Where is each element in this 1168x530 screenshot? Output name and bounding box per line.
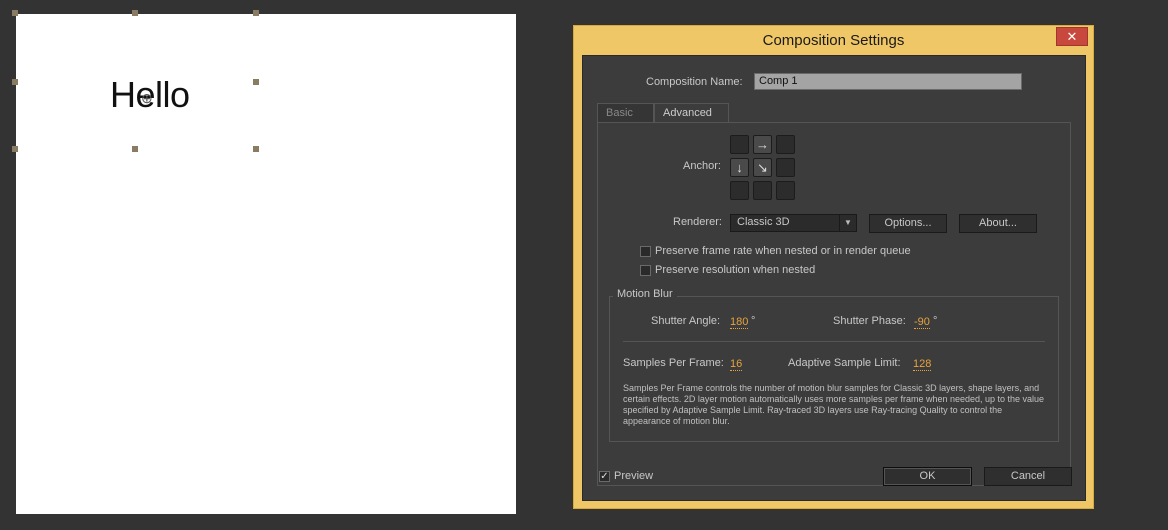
motion-blur-separator <box>623 341 1045 342</box>
samples-per-frame-value[interactable]: 16 <box>730 358 743 371</box>
adaptive-sample-limit-label: Adaptive Sample Limit: <box>788 357 901 369</box>
anchor-bottom-center[interactable] <box>753 181 772 200</box>
transform-handle[interactable] <box>253 10 259 16</box>
preserve-frame-rate-label: Preserve frame rate when nested or in re… <box>655 245 911 257</box>
transform-handle[interactable] <box>12 146 18 152</box>
dialog-body: Composition Name: Comp 1 Basic Advanced … <box>582 55 1086 501</box>
transform-handle[interactable] <box>12 10 18 16</box>
anchor-bottom-left[interactable] <box>730 181 749 200</box>
shutter-angle-label: Shutter Angle: <box>651 315 721 327</box>
adaptive-sample-limit-value[interactable]: 128 <box>913 358 932 371</box>
shutter-angle-unit: ° <box>751 315 756 327</box>
options-button[interactable]: Options... <box>869 214 947 233</box>
anchor-middle-right[interactable] <box>776 158 795 177</box>
dialog-title: Composition Settings <box>762 32 905 49</box>
transform-handle[interactable] <box>12 79 18 85</box>
preserve-resolution-label: Preserve resolution when nested <box>655 264 816 276</box>
preserve-frame-rate-checkbox[interactable] <box>640 246 651 257</box>
anchor-center[interactable]: ↘ <box>753 158 772 177</box>
renderer-label: Renderer: <box>673 216 722 228</box>
cancel-button[interactable]: Cancel <box>984 467 1072 486</box>
close-button[interactable]: ✕ <box>1056 27 1088 46</box>
close-icon: ✕ <box>1066 29 1078 44</box>
composition-settings-dialog: Composition Settings ✕ Composition Name:… <box>573 25 1094 509</box>
shutter-angle-value[interactable]: 180 <box>730 316 749 329</box>
tab-advanced[interactable]: Advanced <box>654 103 729 123</box>
anchor-top-right[interactable] <box>776 135 795 154</box>
renderer-select[interactable]: Classic 3D ▼ <box>730 214 857 232</box>
transform-handle[interactable] <box>253 79 259 85</box>
chevron-down-icon: ▼ <box>839 215 856 231</box>
composition-canvas[interactable]: Hello ⊕ <box>12 10 516 514</box>
arrow-down-right-icon: ↘ <box>757 160 768 175</box>
shutter-phase-label: Shutter Phase: <box>833 315 906 327</box>
anchor-top-center[interactable]: → <box>753 135 772 154</box>
anchor-bottom-right[interactable] <box>776 181 795 200</box>
arrow-down-icon: ↓ <box>736 160 743 175</box>
ok-button[interactable]: OK <box>883 467 972 486</box>
about-button[interactable]: About... <box>959 214 1037 233</box>
arrow-right-icon: → <box>756 137 769 152</box>
preview-checkbox[interactable]: ✓ <box>599 471 610 482</box>
tab-basic[interactable]: Basic <box>597 103 654 123</box>
checkmark-icon: ✓ <box>600 471 609 482</box>
transform-handle[interactable] <box>132 10 138 16</box>
motion-blur-description: Samples Per Frame controls the number of… <box>623 383 1045 426</box>
shutter-phase-unit: ° <box>933 315 938 327</box>
comp-name-label: Composition Name: <box>646 76 743 88</box>
anchor-top-left[interactable] <box>730 135 749 154</box>
renderer-value: Classic 3D <box>737 216 790 228</box>
transform-handle[interactable] <box>253 146 259 152</box>
preserve-resolution-checkbox[interactable] <box>640 265 651 276</box>
anchor-label: Anchor: <box>683 160 721 172</box>
samples-per-frame-label: Samples Per Frame: <box>623 357 724 369</box>
transform-handle[interactable] <box>132 146 138 152</box>
motion-blur-legend: Motion Blur <box>613 288 677 300</box>
preview-label: Preview <box>614 470 654 482</box>
comp-name-field[interactable]: Comp 1 <box>754 73 1022 90</box>
anchor-point-icon: ⊕ <box>141 90 153 106</box>
shutter-phase-value[interactable]: -90 <box>914 316 930 329</box>
anchor-middle-left[interactable]: ↓ <box>730 158 749 177</box>
